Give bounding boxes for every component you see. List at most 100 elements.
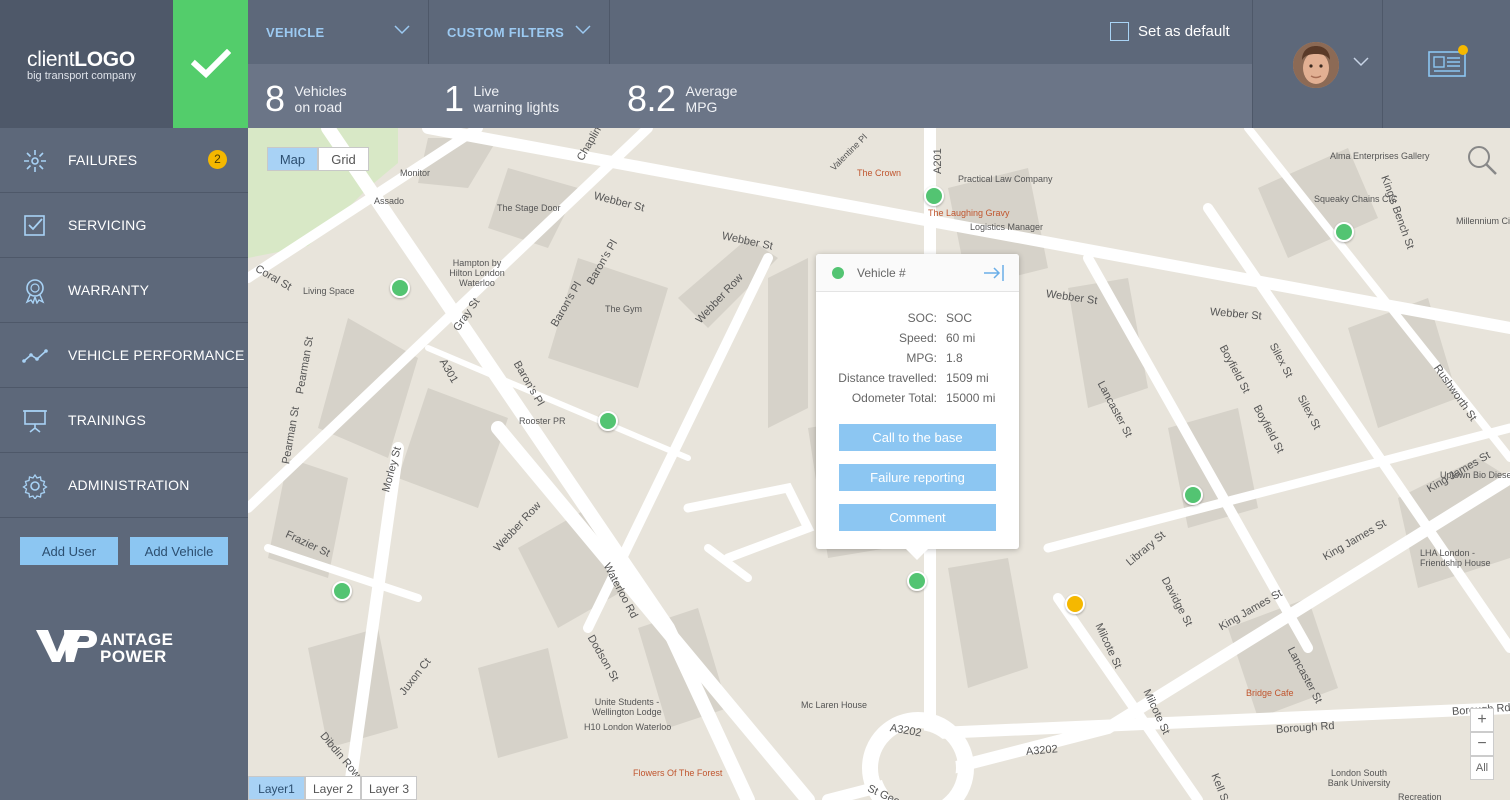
avatar[interactable] <box>1293 42 1339 88</box>
stat-average-mpg: 8.2 Average MPG <box>627 78 737 120</box>
place-label: The Laughing Gravy <box>928 208 1010 218</box>
vehicle-pin[interactable] <box>907 571 927 591</box>
nav-item-trainings[interactable]: TRAININGS <box>0 388 248 453</box>
award-icon <box>25 279 45 304</box>
map-view-toggle[interactable]: Map <box>267 147 318 171</box>
place-label: Hampton by Hilton London Waterloo <box>449 258 505 288</box>
nav-item-failures[interactable]: FAILURES 2 <box>0 128 248 193</box>
vehicle-pin[interactable] <box>332 581 352 601</box>
add-user-button[interactable]: Add User <box>20 537 118 565</box>
place-label: Rooster PR <box>519 416 566 426</box>
failure-reporting-button[interactable]: Failure reporting <box>839 464 996 491</box>
chevron-down-icon <box>575 25 591 35</box>
layer-tab-3[interactable]: Layer 3 <box>361 776 417 800</box>
trend-icon <box>22 349 48 363</box>
custom-filters-label: CUSTOM FILTERS <box>447 24 565 40</box>
stat-label: Vehicles on road <box>294 83 347 115</box>
gear-icon <box>22 473 48 499</box>
place-label: Monitor <box>400 168 431 178</box>
vehicle-pin[interactable] <box>1183 485 1203 505</box>
vehicle-pin[interactable] <box>598 411 618 431</box>
place-label: The Gym <box>605 304 643 314</box>
row-key: SOC: <box>907 311 937 325</box>
vehicle-dropdown-label: VEHICLE <box>266 24 325 40</box>
vehicle-pin[interactable] <box>924 186 944 206</box>
popup-header: Vehicle # <box>816 254 1019 292</box>
nav-label: FAILURES <box>68 152 138 168</box>
nav-item-servicing[interactable]: SERVICING <box>0 193 248 258</box>
row-value: 1509 mi <box>946 371 989 385</box>
sidebar: clientLOGO big transport company FAILURE… <box>0 0 248 800</box>
vehicle-popup: Vehicle # SOC: SOC Speed: 60 mi MPG: 1.8 Di… <box>816 254 1019 560</box>
svg-text:POWER: POWER <box>100 647 167 664</box>
row-key: Odometer Total: <box>851 391 937 405</box>
status-ok-tile[interactable] <box>173 0 248 128</box>
place-label: London South Bank University <box>1327 768 1391 788</box>
vehicle-pin[interactable] <box>390 278 410 298</box>
stat-label: Average MPG <box>685 83 738 115</box>
place-label: H10 London Waterloo <box>584 722 672 732</box>
open-details-icon[interactable] <box>983 264 1005 282</box>
add-vehicle-button[interactable]: Add Vehicle <box>130 537 228 565</box>
street-label: A201 <box>932 148 944 174</box>
notifications[interactable] <box>1382 0 1510 128</box>
checkbox-icon <box>24 215 45 236</box>
failures-count-badge: 2 <box>208 150 227 169</box>
logo-text: clientLOGO <box>27 48 135 71</box>
search-icon[interactable] <box>1466 144 1498 176</box>
map-view[interactable]: Webber St Webber St Webber St Webber St … <box>248 128 1510 800</box>
vehicle-pin[interactable] <box>1334 222 1354 242</box>
nav-label: SERVICING <box>68 217 147 233</box>
comment-button[interactable]: Comment <box>839 504 996 531</box>
vehicle-dropdown[interactable]: VEHICLE <box>248 0 429 64</box>
zoom-all-button[interactable]: All <box>1470 756 1494 780</box>
user-menu[interactable] <box>1252 0 1382 128</box>
set-default-label[interactable]: Set as default <box>1138 23 1230 40</box>
vehicle-status-dot <box>832 267 844 279</box>
nav-item-vehicle-performance[interactable]: VEHICLE PERFORMANCE <box>0 323 248 388</box>
place-label: Assado <box>374 196 405 206</box>
place-label: The Stage Door <box>497 203 561 213</box>
row-value: 1.8 <box>946 351 963 365</box>
nav-label: VEHICLE PERFORMANCE <box>68 347 245 363</box>
place-label: Alma Enterprises Gallery <box>1330 151 1430 161</box>
zoom-in-button[interactable]: + <box>1470 708 1494 732</box>
row-value: SOC <box>946 311 973 325</box>
row-key: MPG: <box>906 351 937 365</box>
place-label: Squeaky Chains CIC <box>1314 194 1398 204</box>
nav-label: TRAININGS <box>68 412 147 428</box>
place-label: Recreation <box>1398 792 1442 800</box>
stat-vehicles-on-road: 8 Vehicles on road <box>265 78 347 120</box>
main-nav: FAILURES 2 SERVICING WARRANTY VEHICLE PE… <box>0 128 248 518</box>
zoom-out-button[interactable]: − <box>1470 732 1494 756</box>
newspaper-icon[interactable] <box>1425 44 1469 80</box>
stats-bar: 8 Vehicles on road 1 Live warning lights 8… <box>248 64 1252 128</box>
logo-tagline: big transport company <box>27 70 136 82</box>
place-label: Uptown Bio Diesel <box>1440 470 1510 480</box>
layer-tab-2[interactable]: Layer 2 <box>305 776 361 800</box>
grid-view-toggle[interactable]: Grid <box>318 147 369 171</box>
stat-warning-lights: 1 Live warning lights <box>444 78 559 120</box>
call-to-base-button[interactable]: Call to the base <box>839 424 996 451</box>
place-label: Practical Law Company <box>958 174 1053 184</box>
nav-item-warranty[interactable]: WARRANTY <box>0 258 248 323</box>
place-label: Millennium City <box>1456 216 1510 226</box>
presentation-icon <box>23 410 47 433</box>
row-key: Speed: <box>898 331 937 345</box>
client-logo[interactable]: clientLOGO big transport company <box>0 0 173 128</box>
vehicle-warning-pin[interactable] <box>1065 594 1085 614</box>
place-label: Logistics Manager <box>970 222 1044 232</box>
avatar-face-icon <box>1293 42 1339 88</box>
vantage-power-logo: ANTAGE POWER <box>36 630 173 664</box>
stat-value: 8.2 <box>627 78 676 119</box>
checkmark-icon <box>190 49 231 79</box>
layer-tab-1[interactable]: Layer1 <box>248 776 305 800</box>
nav-item-administration[interactable]: ADMINISTRATION <box>0 453 248 518</box>
chevron-down-icon[interactable] <box>1353 57 1369 67</box>
custom-filters-dropdown[interactable]: CUSTOM FILTERS <box>429 0 610 64</box>
stat-label: Live warning lights <box>473 83 560 115</box>
failures-icon <box>24 150 46 172</box>
set-default-checkbox[interactable] <box>1110 22 1129 41</box>
nav-label: ADMINISTRATION <box>68 477 190 493</box>
place-label: Mc Laren House <box>801 700 868 710</box>
